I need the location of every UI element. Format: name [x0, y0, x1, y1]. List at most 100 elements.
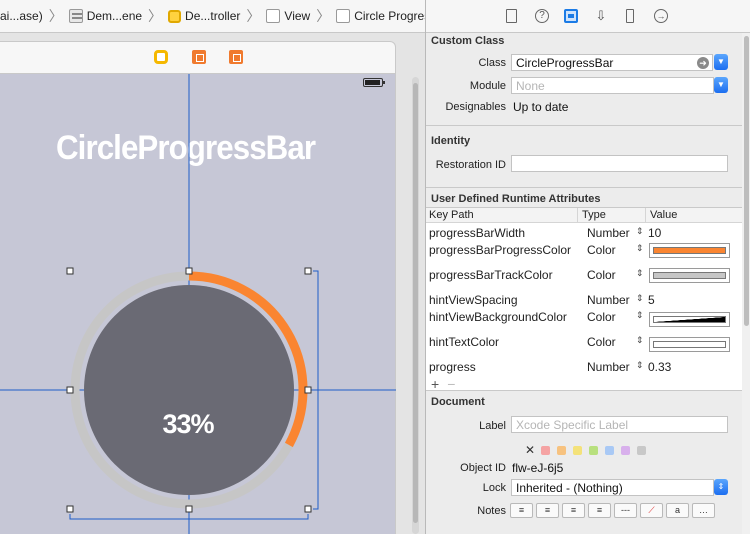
udra-table-header: Key Path Type Value	[426, 208, 742, 223]
resize-handle	[185, 267, 193, 275]
add-attribute-button[interactable]: +	[431, 376, 439, 392]
lock-label: Lock	[482, 482, 506, 494]
file-inspector-icon[interactable]	[506, 9, 517, 23]
interface-builder-canvas[interactable]: CircleProgressBar 33%	[0, 33, 425, 534]
notes-toolbar: ≡ ≡ ≡ ≡ --- ⟋ a …	[510, 503, 718, 518]
inspector-scrollbar[interactable]	[742, 33, 750, 534]
label-color-blue[interactable]	[605, 445, 615, 455]
type-cell[interactable]: Color	[587, 243, 616, 257]
circle-progress-bar[interactable]	[0, 74, 396, 534]
identity-inspector-pane: Custom Class Class CircleProgressBar ➜ ▼…	[426, 33, 742, 534]
key-path-header[interactable]: Key Path	[429, 209, 474, 221]
inspector-tab-bar: ? ⇩ →	[426, 0, 750, 33]
hint-view-background	[84, 285, 294, 495]
key-path-cell[interactable]: progressBarProgressColor	[429, 243, 571, 257]
size-inspector-icon[interactable]	[626, 9, 634, 23]
type-cell[interactable]: Color	[587, 335, 616, 349]
justify-icon[interactable]: ≡	[588, 503, 611, 518]
canvas-vertical-scrollbar[interactable]	[412, 77, 419, 534]
class-field[interactable]: CircleProgressBar	[511, 54, 713, 71]
resize-handle	[66, 386, 74, 394]
align-center-icon[interactable]: ≡	[536, 503, 559, 518]
quick-help-icon[interactable]: ?	[535, 9, 549, 23]
identity-inspector-icon[interactable]	[564, 9, 578, 23]
stepper-icon[interactable]: ⇕	[636, 268, 644, 279]
doc-label-label: Label	[479, 420, 506, 432]
designables-label: Designables	[445, 101, 506, 113]
resize-handle	[304, 505, 312, 513]
progress-percent-label: 33%	[162, 409, 214, 439]
breadcrumb-item-storyboard[interactable]: Dem...ene 〉	[68, 0, 168, 32]
color-well[interactable]	[649, 268, 730, 283]
custom-class-title: Custom Class	[431, 35, 505, 47]
no-color-icon[interactable]: ⟋	[640, 503, 663, 518]
stepper-icon[interactable]: ⇕	[636, 335, 644, 346]
breadcrumb-item-view[interactable]: View 〉	[266, 0, 336, 32]
scene-view[interactable]: CircleProgressBar 33%	[0, 74, 396, 534]
breadcrumb-item-project[interactable]: ai...ase) 〉	[0, 0, 69, 32]
color-well[interactable]	[649, 337, 730, 352]
breadcrumb-label: Circle Progress Bar	[354, 9, 425, 23]
value-cell[interactable]: 0.33	[648, 360, 671, 374]
type-header[interactable]: Type	[582, 209, 606, 221]
type-cell[interactable]: Number	[587, 226, 630, 240]
attributes-inspector-icon[interactable]: ⇩	[594, 9, 608, 23]
key-path-cell[interactable]: progressBarTrackColor	[429, 268, 553, 282]
no-alignment-icon[interactable]: ---	[614, 503, 637, 518]
key-path-cell[interactable]: hintViewBackgroundColor	[429, 310, 567, 324]
chevron-right-icon: 〉	[148, 8, 163, 24]
label-color-green[interactable]	[589, 445, 599, 455]
align-left-icon[interactable]: ≡	[510, 503, 533, 518]
class-label: Class	[478, 57, 506, 69]
key-path-cell[interactable]: progressBarWidth	[429, 226, 525, 240]
stepper-icon[interactable]: ⇕	[636, 226, 644, 237]
key-path-cell[interactable]: hintViewSpacing	[429, 293, 518, 307]
view-controller-icon[interactable]	[154, 50, 168, 64]
value-cell[interactable]: 5	[648, 293, 655, 307]
navigate-arrow-icon[interactable]: ➜	[697, 57, 709, 69]
lock-popup[interactable]: Inherited - (Nothing)	[511, 479, 714, 496]
type-cell[interactable]: Number	[587, 293, 630, 307]
color-well[interactable]	[649, 312, 730, 327]
breadcrumb-item-controller[interactable]: De...troller 〉	[168, 0, 266, 32]
label-color-purple[interactable]	[621, 445, 631, 455]
more-options-icon[interactable]: …	[692, 503, 715, 518]
module-dropdown-button[interactable]: ▼	[714, 77, 728, 93]
clear-label-color-button[interactable]: ✕	[525, 443, 535, 457]
xcode-label-field[interactable]: Xcode Specific Label	[511, 416, 728, 433]
type-cell[interactable]: Color	[587, 310, 616, 324]
restoration-id-label: Restoration ID	[435, 159, 506, 171]
designables-value: Up to date	[513, 100, 569, 114]
connections-inspector-icon[interactable]: →	[654, 9, 668, 23]
key-path-cell[interactable]: progress	[429, 360, 476, 374]
breadcrumb-label: ai...ase)	[0, 9, 43, 23]
document-title: Document	[431, 396, 485, 408]
stepper-icon[interactable]: ⇕	[636, 310, 644, 321]
color-well[interactable]	[649, 243, 730, 258]
label-color-orange[interactable]	[557, 445, 567, 455]
font-icon[interactable]: a	[666, 503, 689, 518]
label-color-gray[interactable]	[637, 445, 647, 455]
color-swatch	[653, 316, 726, 323]
value-cell[interactable]: 10	[648, 226, 661, 240]
lock-dropdown-button[interactable]: ⇕	[714, 479, 728, 495]
stepper-icon[interactable]: ⇕	[636, 243, 644, 254]
type-cell[interactable]: Number	[587, 360, 630, 374]
class-dropdown-button[interactable]: ▼	[714, 54, 728, 70]
chevron-right-icon: 〉	[48, 8, 63, 24]
type-cell[interactable]: Color	[587, 268, 616, 282]
label-color-red[interactable]	[541, 445, 551, 455]
module-field[interactable]: None	[511, 77, 714, 94]
stepper-icon[interactable]: ⇕	[636, 360, 644, 371]
stepper-icon[interactable]: ⇕	[636, 293, 644, 304]
exit-icon[interactable]	[229, 50, 243, 64]
remove-attribute-button[interactable]: −	[447, 376, 455, 392]
align-right-icon[interactable]: ≡	[562, 503, 585, 518]
first-responder-icon[interactable]	[192, 50, 206, 64]
label-color-yellow[interactable]	[573, 445, 583, 455]
key-path-cell[interactable]: hintTextColor	[429, 335, 499, 349]
value-header[interactable]: Value	[650, 209, 677, 221]
restoration-id-field[interactable]	[511, 155, 728, 172]
breadcrumb-item-circle-progress-bar[interactable]: Circle Progress Bar	[336, 0, 425, 32]
chevron-right-icon: 〉	[246, 8, 261, 24]
